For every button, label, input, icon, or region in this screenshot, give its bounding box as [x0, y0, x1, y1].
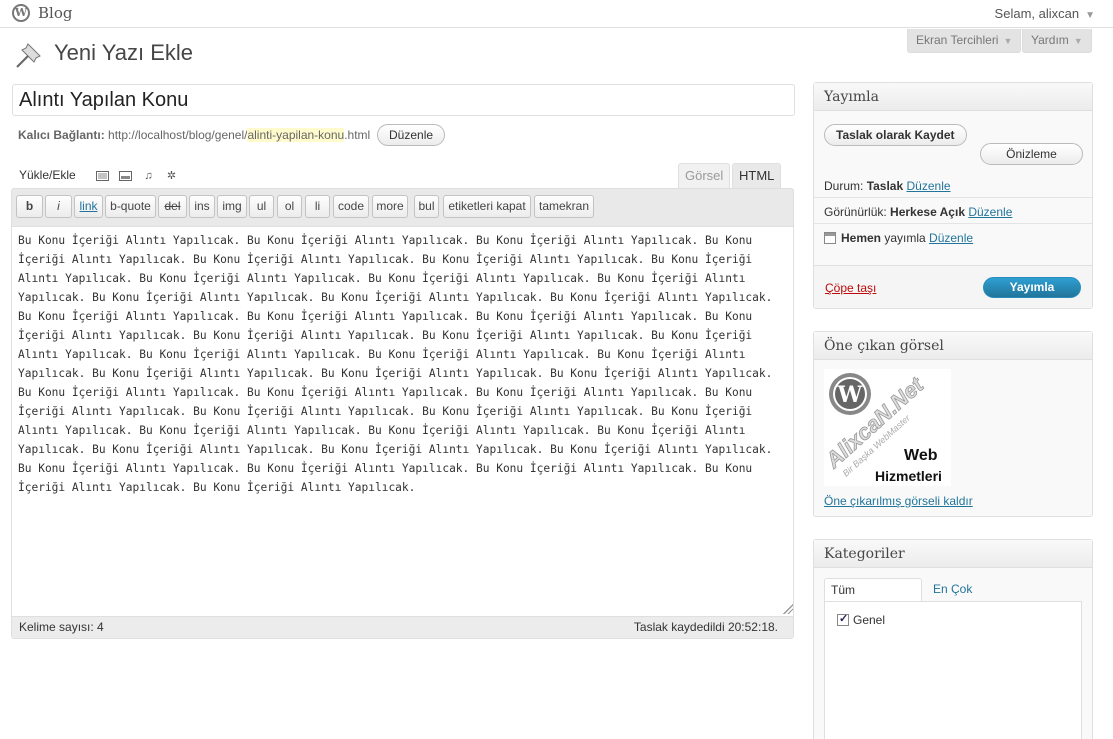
resize-handle-icon[interactable]	[783, 604, 793, 614]
publish-box: Yayımla Taslak olarak Kaydet Önizleme Du…	[813, 82, 1093, 309]
tab-visual[interactable]: Görsel	[678, 163, 731, 189]
visibility-label: Görünürlük:	[824, 205, 887, 219]
qt-img-button[interactable]: img	[217, 195, 247, 218]
qt-ol-button[interactable]: ol	[277, 195, 302, 218]
qt-del-button[interactable]: del	[158, 195, 187, 218]
schedule-row: Hemen yayımla Düzenle	[824, 231, 973, 245]
upload-insert-label: Yükle/Ekle	[19, 168, 76, 182]
chevron-down-icon: ▼	[1073, 36, 1083, 46]
permalink-ext: .html	[344, 128, 371, 142]
move-to-trash-link[interactable]: Çöpe taşı	[825, 281, 876, 295]
tab-html[interactable]: HTML	[732, 163, 782, 190]
publish-button[interactable]: Yayımla	[983, 277, 1081, 298]
screen-options-button[interactable]: Ekran Tercihleri ▼	[907, 29, 1022, 53]
category-item[interactable]: Genel	[837, 612, 886, 627]
visibility-edit-link[interactable]: Düzenle	[968, 205, 1012, 219]
status-value: Taslak	[866, 179, 904, 193]
svg-text:W: W	[837, 382, 863, 408]
featured-image[interactable]: W AlixcaN.Net Bir Başka WebMaster Web Hi…	[824, 369, 951, 486]
site-name-link[interactable]: Blog	[38, 4, 72, 22]
save-draft-button[interactable]: Taslak olarak Kaydet	[824, 124, 967, 146]
category-checkbox[interactable]	[837, 612, 849, 626]
permalink-edit-button[interactable]: Düzenle	[377, 124, 446, 146]
schedule-text: yayımla	[884, 231, 926, 245]
wordpress-logo-icon[interactable]: W	[12, 4, 30, 22]
divider	[814, 223, 1092, 224]
user-menu[interactable]: Selam, alixcan ▼	[995, 6, 1095, 21]
post-status-row: Durum: Taslak Düzenle	[824, 179, 951, 193]
help-button[interactable]: Yardım ▼	[1022, 29, 1092, 53]
qt-bold-button[interactable]: b	[16, 195, 43, 218]
post-title-input[interactable]	[12, 84, 795, 116]
status-edit-link[interactable]: Düzenle	[907, 179, 951, 193]
qt-code-button[interactable]: code	[333, 195, 369, 218]
qt-ins-button[interactable]: ins	[189, 195, 215, 218]
divider	[814, 197, 1092, 198]
featured-image-services: Hizmetleri	[875, 468, 942, 484]
qt-more-button[interactable]: more	[372, 195, 408, 218]
visibility-row: Görünürlük: Herkese Açık Düzenle	[824, 205, 1012, 219]
video-icon[interactable]	[119, 170, 132, 182]
category-label: Genel	[853, 613, 886, 627]
category-checklist: Genel	[824, 601, 1082, 739]
qt-italic-button[interactable]: i	[45, 195, 72, 218]
permalink-row: Kalıcı Bağlantı: http://localhost/blog/g…	[18, 128, 370, 142]
chevron-down-icon: ▼	[1003, 36, 1013, 46]
remove-featured-image-link[interactable]: Öne çıkarılmış görseli kaldır	[824, 494, 973, 508]
qt-li-button[interactable]: li	[305, 195, 330, 218]
featured-image-box: Öne çıkan görsel W AlixcaN.Net Bir Başka…	[813, 331, 1093, 517]
post-content-textarea[interactable]: Bu Konu İçeriği Alıntı Yapılıcak. Bu Kon…	[12, 226, 793, 616]
featured-image-web: Web	[904, 447, 938, 464]
calendar-icon	[824, 232, 836, 244]
visibility-value: Herkese Açık	[890, 205, 965, 219]
publish-heading[interactable]: Yayımla	[814, 83, 1092, 111]
tab-most-used[interactable]: En Çok Kullanılan	[927, 578, 992, 618]
qt-fullscreen-button[interactable]: tamekran	[534, 195, 594, 218]
autosave-status: Taslak kaydedildi 20:52:18.	[633, 620, 778, 634]
word-count: Kelime sayısı: 4	[19, 620, 104, 634]
chevron-down-icon: ▼	[1085, 10, 1095, 21]
featured-image-heading[interactable]: Öne çıkan görsel	[814, 332, 1092, 360]
image-icon[interactable]	[96, 170, 109, 182]
permalink-slug[interactable]: alinti-yapilan-konu	[247, 128, 345, 142]
qt-close-tags-button[interactable]: etiketleri kapat	[443, 195, 531, 218]
publish-footer: Çöpe taşı Yayımla	[814, 265, 1092, 308]
categories-box: Kategoriler Tüm Kategoriler En Çok Kulla…	[813, 539, 1093, 739]
qt-link-button[interactable]: link	[74, 195, 103, 218]
help-label: Yardım	[1031, 33, 1069, 47]
qt-ul-button[interactable]: ul	[249, 195, 274, 218]
pushpin-icon	[16, 43, 41, 68]
schedule-strong: Hemen	[841, 231, 882, 245]
media-icon[interactable]: ✲	[165, 170, 178, 182]
permalink-base: http://localhost/blog/genel/	[108, 128, 248, 142]
user-greeting: Selam, alixcan	[994, 6, 1080, 21]
qt-lookup-button[interactable]: bul	[414, 195, 439, 218]
admin-bar: W Blog Selam, alixcan ▼	[0, 0, 1113, 28]
tab-all-categories[interactable]: Tüm Kategoriler	[824, 578, 922, 619]
preview-button[interactable]: Önizleme	[980, 143, 1083, 165]
permalink-label: Kalıcı Bağlantı:	[18, 128, 105, 142]
audio-icon[interactable]: ♫	[142, 170, 155, 182]
categories-heading[interactable]: Kategoriler	[814, 540, 1092, 568]
schedule-edit-link[interactable]: Düzenle	[929, 231, 973, 245]
qt-blockquote-button[interactable]: b-quote	[105, 195, 156, 218]
editor-status-bar: Kelime sayısı: 4 Taslak kaydedildi 20:52…	[12, 616, 793, 638]
status-label: Durum:	[824, 179, 864, 193]
screen-options-label: Ekran Tercihleri	[916, 33, 999, 47]
page-title: Yeni Yazı Ekle	[54, 40, 194, 65]
